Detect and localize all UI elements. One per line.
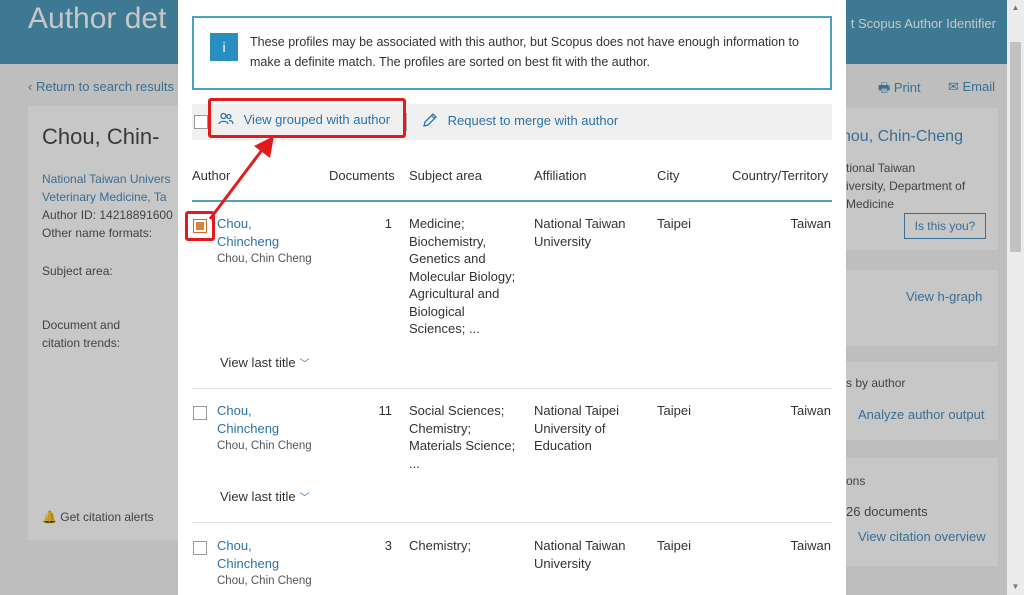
annotation-arrow [208, 136, 274, 220]
arrow-shaft [208, 149, 264, 220]
